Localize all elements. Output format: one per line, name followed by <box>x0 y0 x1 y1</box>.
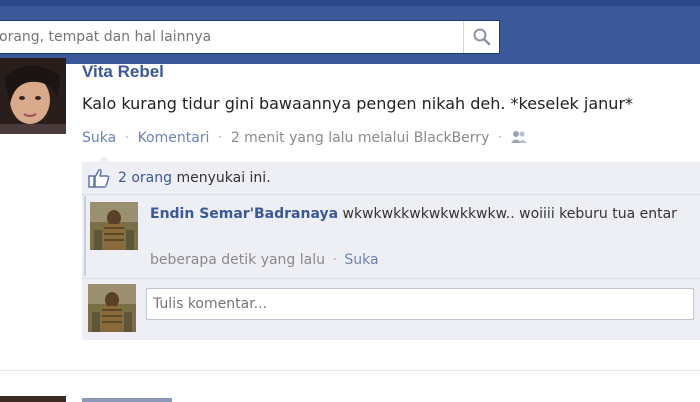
top-bar <box>0 0 700 64</box>
search-input[interactable] <box>0 21 461 53</box>
friends-icon[interactable] <box>510 130 527 144</box>
post-timestamp[interactable]: 2 menit yang lalu melalui BlackBerry <box>231 130 490 146</box>
comment-input[interactable] <box>146 288 694 320</box>
post-author-avatar[interactable] <box>0 58 66 134</box>
comment-text: wkwkwkkwkwkwkkwkw.. woiiii keburu tua en… <box>342 206 677 222</box>
comment-body: Endin Semar'Badranaya wkwkwkkwkwkwkkwkw.… <box>150 204 690 225</box>
feed-divider <box>0 370 700 371</box>
comment-meta: beberapa detik yang lalu · Suka <box>150 252 379 268</box>
commenter-name[interactable]: Endin Semar'Badranaya <box>150 206 338 222</box>
search-button[interactable] <box>463 21 499 53</box>
likes-suffix: menyukai ini. <box>172 170 271 186</box>
post-actions: Suka · Komentari · 2 menit yang lalu mel… <box>82 130 527 146</box>
search-icon <box>473 28 491 46</box>
divider <box>82 194 700 195</box>
comment-link[interactable]: Komentari <box>138 130 210 146</box>
likes-text: 2 orang menyukai ini. <box>118 170 271 186</box>
separator-dot: · <box>332 252 337 268</box>
next-post-avatar[interactable] <box>0 396 66 402</box>
separator-dot: · <box>124 130 130 146</box>
post-author-name[interactable]: Vita Rebel <box>82 62 164 82</box>
next-post-name[interactable] <box>82 398 172 402</box>
search-box[interactable] <box>0 20 500 54</box>
thumbs-up-icon <box>88 169 110 188</box>
separator-dot: · <box>497 130 503 146</box>
divider <box>82 278 700 279</box>
reply-avatar[interactable] <box>88 284 136 332</box>
likes-count-link[interactable]: 2 orang <box>118 170 172 186</box>
like-link[interactable]: Suka <box>82 130 116 146</box>
comment-like-link[interactable]: Suka <box>344 252 378 268</box>
separator-dot: · <box>217 130 223 146</box>
post-text: Kalo kurang tidur gini bawaannya pengen … <box>82 94 634 113</box>
top-bar-shade <box>0 0 700 6</box>
commenter-avatar[interactable] <box>90 202 138 250</box>
comment-timestamp[interactable]: beberapa detik yang lalu <box>150 252 325 268</box>
